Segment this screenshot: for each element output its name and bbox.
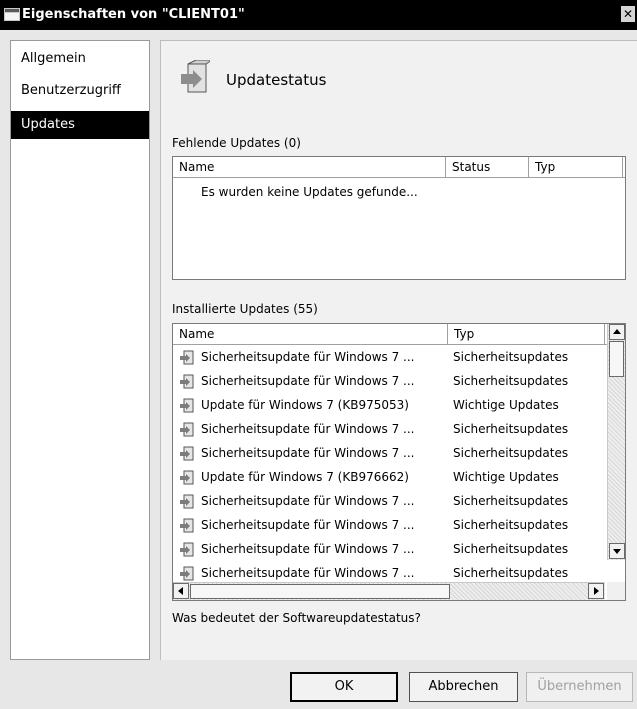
update-type: Sicherheitsupdates (453, 494, 569, 508)
nav-item-benutzerzugriff[interactable]: Benutzerzugriff (11, 77, 149, 105)
update-type: Sicherheitsupdates (453, 350, 569, 364)
missing-updates-label: Fehlende Updates (0) (172, 136, 301, 150)
column-name[interactable]: Name (173, 324, 448, 344)
nav-item-updates[interactable]: Updates (11, 111, 149, 139)
update-type: Sicherheitsupdates (453, 422, 569, 436)
update-type: Sicherheitsupdates (453, 446, 569, 460)
nav-item-label: Benutzerzugriff (21, 83, 121, 98)
horizontal-scrollbar[interactable] (173, 582, 605, 600)
update-name: Update für Windows 7 (KB975053) (201, 398, 409, 412)
update-type: Sicherheitsupdates (453, 518, 569, 532)
arrow-right-icon (594, 587, 599, 595)
update-type: Wichtige Updates (453, 398, 559, 412)
nav-item-label: Allgemein (21, 51, 86, 66)
update-name: Sicherheitsupdate für Windows 7 ... (201, 494, 415, 508)
scroll-up-button[interactable] (609, 324, 625, 340)
update-name: Update für Windows 7 (KB976662) (201, 470, 409, 484)
table-row[interactable]: Update für Windows 7 (KB976662) Wichtige … (173, 465, 605, 489)
list-header: Name Typ (173, 324, 625, 345)
arrow-down-icon (613, 549, 621, 554)
update-icon (180, 470, 194, 485)
arrow-up-icon (613, 329, 621, 334)
column-name[interactable]: Name (173, 157, 446, 177)
table-row[interactable]: Sicherheitsupdate für Windows 7 ... Siche… (173, 417, 605, 441)
close-icon: ✕ (622, 7, 634, 21)
cancel-button[interactable]: Abbrechen (409, 672, 518, 702)
help-link[interactable]: Was bedeutet der Softwareupdatestatus? (172, 611, 421, 625)
apply-button: Übernehmen (526, 672, 633, 702)
arrow-left-icon (178, 587, 183, 595)
installed-updates-label: Installierte Updates (55) (172, 302, 318, 316)
update-type: Sicherheitsupdates (453, 542, 569, 556)
scroll-left-button[interactable] (173, 583, 189, 599)
scroll-thumb[interactable] (609, 341, 624, 377)
update-name: Sicherheitsupdate für Windows 7 ... (201, 446, 415, 460)
column-typ[interactable]: Typ (529, 157, 623, 177)
table-row[interactable]: Sicherheitsupdate für Windows 7 ... Siche… (173, 345, 605, 369)
column-typ[interactable]: Typ (448, 324, 605, 344)
update-icon (180, 518, 194, 533)
update-name: Sicherheitsupdate für Windows 7 ... (201, 350, 415, 364)
page-title: Updatestatus (226, 71, 327, 89)
horizontal-scroll-thumb[interactable] (190, 584, 450, 599)
update-icon (180, 374, 194, 389)
update-icon (180, 566, 194, 581)
update-type: Wichtige Updates (453, 470, 559, 484)
ok-button[interactable]: OK (290, 672, 398, 702)
update-type: Sicherheitsupdates (453, 374, 569, 388)
window-title: Eigenschaften von "CLIENT01" (22, 7, 245, 22)
update-name: Sicherheitsupdate für Windows 7 ... (201, 518, 415, 532)
scroll-corner (607, 582, 625, 600)
update-name: Sicherheitsupdate für Windows 7 ... (201, 542, 415, 556)
app-window-icon (4, 8, 20, 21)
empty-list-message: Es wurden keine Updates gefunde... (201, 185, 418, 199)
list-header: Name Status Typ (173, 157, 625, 178)
update-name: Sicherheitsupdate für Windows 7 ... (201, 422, 415, 436)
nav-item-label: Updates (21, 117, 75, 132)
column-status[interactable]: Status (446, 157, 529, 177)
update-icon (180, 422, 194, 437)
close-button[interactable]: ✕ (621, 6, 635, 22)
update-name: Sicherheitsupdate für Windows 7 ... (201, 374, 415, 388)
update-icon (180, 350, 194, 365)
update-icon (180, 494, 194, 509)
update-icon (180, 446, 194, 461)
scroll-right-button[interactable] (588, 583, 604, 599)
nav-list: Allgemein Benutzerzugriff Updates (10, 40, 150, 660)
vertical-scrollbar[interactable] (607, 324, 625, 560)
installed-updates-list[interactable]: Name Typ Sicherheitsupdate für Windows 7… (172, 323, 626, 601)
table-row[interactable]: Sicherheitsupdate für Windows 7 ... Siche… (173, 513, 605, 537)
table-row[interactable]: Sicherheitsupdate für Windows 7 ... Siche… (173, 537, 605, 561)
missing-updates-list[interactable]: Name Status Typ Es wurden keine Updates … (172, 156, 626, 280)
update-icon (180, 542, 194, 557)
table-row[interactable]: Update für Windows 7 (KB975053) Wichtige … (173, 393, 605, 417)
table-row[interactable]: Sicherheitsupdate für Windows 7 ... Siche… (173, 489, 605, 513)
table-row[interactable]: Sicherheitsupdate für Windows 7 ... Siche… (173, 441, 605, 465)
scroll-down-button[interactable] (609, 543, 625, 559)
update-icon (180, 398, 194, 413)
nav-item-allgemein[interactable]: Allgemein (11, 45, 149, 73)
table-row[interactable]: Sicherheitsupdate für Windows 7 ... Siche… (173, 369, 605, 393)
update-package-icon (181, 60, 210, 93)
title-bar: Eigenschaften von "CLIENT01" ✕ (0, 0, 637, 30)
